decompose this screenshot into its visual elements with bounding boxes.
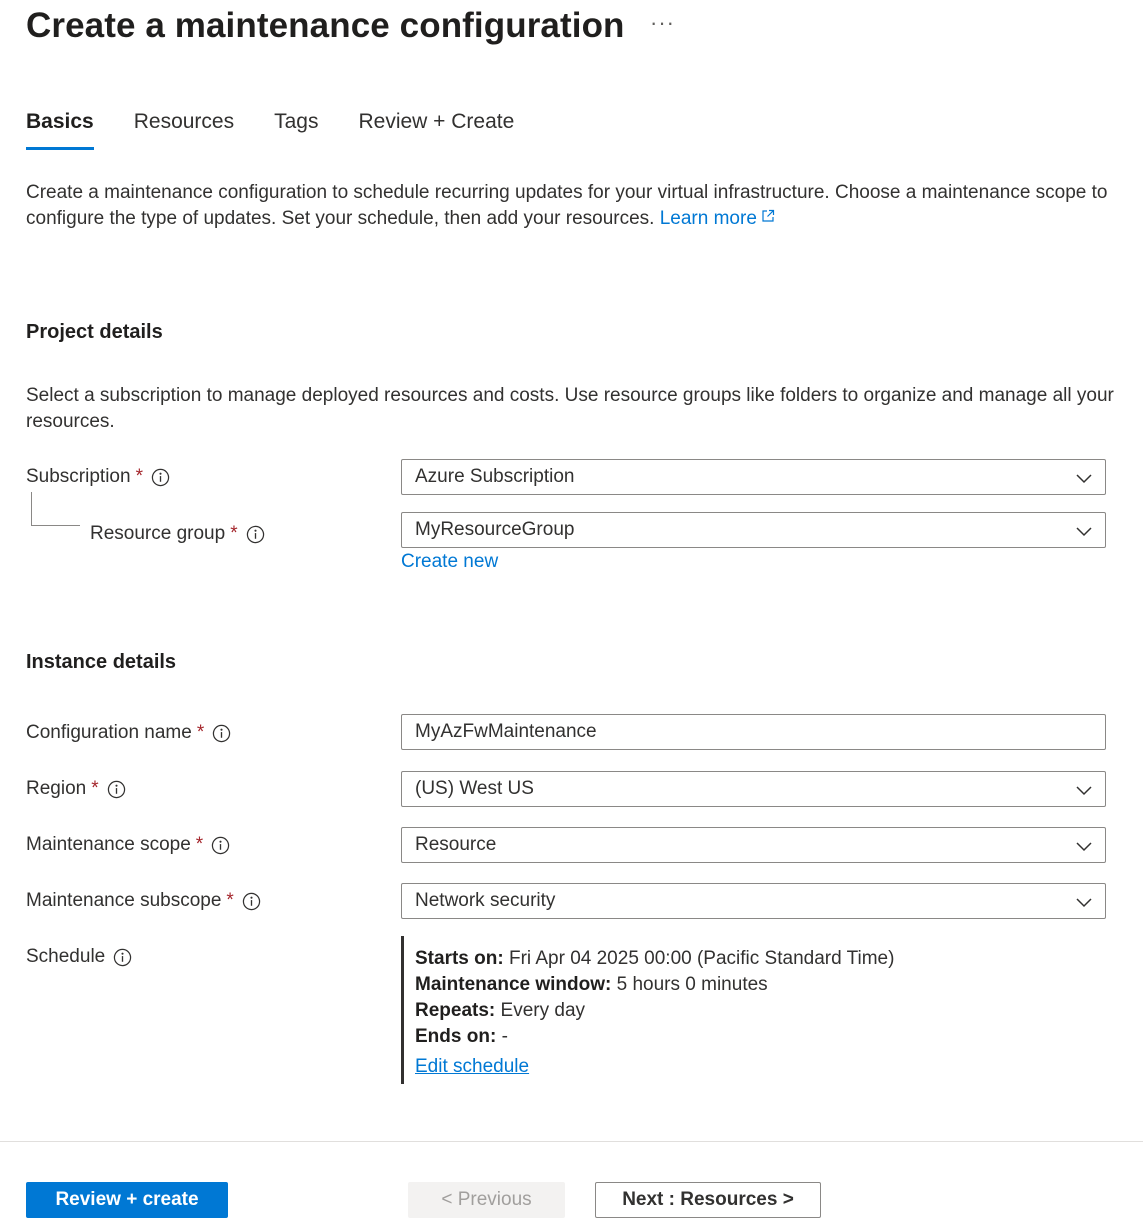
configuration-name-value: MyAzFwMaintenance (415, 721, 597, 743)
schedule-summary: Starts on: Fri Apr 04 2025 00:00 (Pacifi… (401, 936, 894, 1084)
chevron-down-icon (1075, 837, 1093, 855)
info-icon[interactable] (107, 780, 126, 799)
info-icon[interactable] (151, 468, 170, 487)
required-marker: * (230, 523, 237, 545)
window-value: 5 hours 0 minutes (617, 974, 768, 995)
info-icon[interactable] (246, 525, 265, 544)
footer-divider (0, 1141, 1143, 1142)
resource-group-label-text: Resource group (90, 523, 225, 545)
edit-schedule-link[interactable]: Edit schedule (415, 1054, 529, 1080)
ellipsis-icon[interactable]: ··· (650, 10, 675, 36)
maintenance-subscope-label: Maintenance subscope * (26, 890, 261, 912)
tab-resources[interactable]: Resources (134, 110, 234, 150)
maintenance-subscope-select[interactable]: Network security (401, 883, 1106, 919)
resource-group-value: MyResourceGroup (415, 519, 574, 541)
repeats-value: Every day (501, 1000, 585, 1021)
required-marker: * (136, 466, 143, 488)
schedule-ends-on: Ends on: - (415, 1024, 894, 1050)
create-new-link[interactable]: Create new (401, 551, 498, 573)
page-title: Create a maintenance configuration (26, 6, 625, 46)
schedule-label: Schedule (26, 946, 132, 968)
learn-more-label: Learn more (660, 208, 757, 229)
configuration-name-label: Configuration name * (26, 722, 231, 744)
info-icon[interactable] (113, 948, 132, 967)
required-marker: * (91, 778, 98, 800)
subscription-select[interactable]: Azure Subscription (401, 459, 1106, 495)
tab-basics[interactable]: Basics (26, 110, 94, 150)
project-details-heading: Project details (26, 321, 163, 344)
instance-details-heading: Instance details (26, 651, 176, 674)
project-details-description: Select a subscription to manage deployed… (26, 383, 1116, 435)
maintenance-scope-value: Resource (415, 834, 496, 856)
resource-group-select[interactable]: MyResourceGroup (401, 512, 1106, 548)
subscription-label-text: Subscription (26, 466, 131, 488)
ends-on-value: - (502, 1026, 508, 1047)
schedule-starts-on: Starts on: Fri Apr 04 2025 00:00 (Pacifi… (415, 946, 894, 972)
maintenance-subscope-label-text: Maintenance subscope (26, 890, 221, 912)
schedule-repeats: Repeats: Every day (415, 998, 894, 1024)
region-value: (US) West US (415, 778, 534, 800)
chevron-down-icon (1075, 522, 1093, 540)
schedule-label-text: Schedule (26, 946, 105, 968)
region-select[interactable]: (US) West US (401, 771, 1106, 807)
ends-on-label: Ends on: (415, 1026, 496, 1047)
chevron-down-icon (1075, 469, 1093, 487)
info-icon[interactable] (211, 836, 230, 855)
region-label: Region * (26, 778, 126, 800)
configuration-name-label-text: Configuration name (26, 722, 192, 744)
chevron-down-icon (1075, 893, 1093, 911)
region-label-text: Region (26, 778, 86, 800)
required-marker: * (197, 722, 204, 744)
maintenance-scope-label: Maintenance scope * (26, 834, 230, 856)
configuration-name-input[interactable]: MyAzFwMaintenance (401, 714, 1106, 750)
tab-bar: Basics Resources Tags Review + Create (26, 110, 554, 150)
intro-text: Create a maintenance configuration to sc… (26, 180, 1116, 232)
repeats-label: Repeats: (415, 1000, 495, 1021)
subscription-label: Subscription * (26, 466, 170, 488)
external-link-icon (761, 209, 775, 223)
info-icon[interactable] (212, 724, 231, 743)
tree-connector (31, 492, 80, 526)
tab-tags[interactable]: Tags (274, 110, 318, 150)
required-marker: * (196, 834, 203, 856)
window-label: Maintenance window: (415, 974, 611, 995)
subscription-value: Azure Subscription (415, 466, 574, 488)
schedule-window: Maintenance window: 5 hours 0 minutes (415, 972, 894, 998)
required-marker: * (226, 890, 233, 912)
tab-review-create[interactable]: Review + Create (358, 110, 514, 150)
intro-description: Create a maintenance configuration to sc… (26, 182, 1108, 229)
review-create-button[interactable]: Review + create (26, 1182, 228, 1218)
starts-on-label: Starts on: (415, 948, 504, 969)
resource-group-label: Resource group * (90, 523, 265, 545)
learn-more-link[interactable]: Learn more (660, 208, 775, 229)
next-resources-button[interactable]: Next : Resources > (595, 1182, 821, 1218)
maintenance-scope-select[interactable]: Resource (401, 827, 1106, 863)
maintenance-subscope-value: Network security (415, 890, 555, 912)
maintenance-scope-label-text: Maintenance scope (26, 834, 191, 856)
chevron-down-icon (1075, 781, 1093, 799)
starts-on-value: Fri Apr 04 2025 00:00 (Pacific Standard … (509, 948, 894, 969)
previous-button[interactable]: < Previous (408, 1182, 565, 1218)
info-icon[interactable] (242, 892, 261, 911)
